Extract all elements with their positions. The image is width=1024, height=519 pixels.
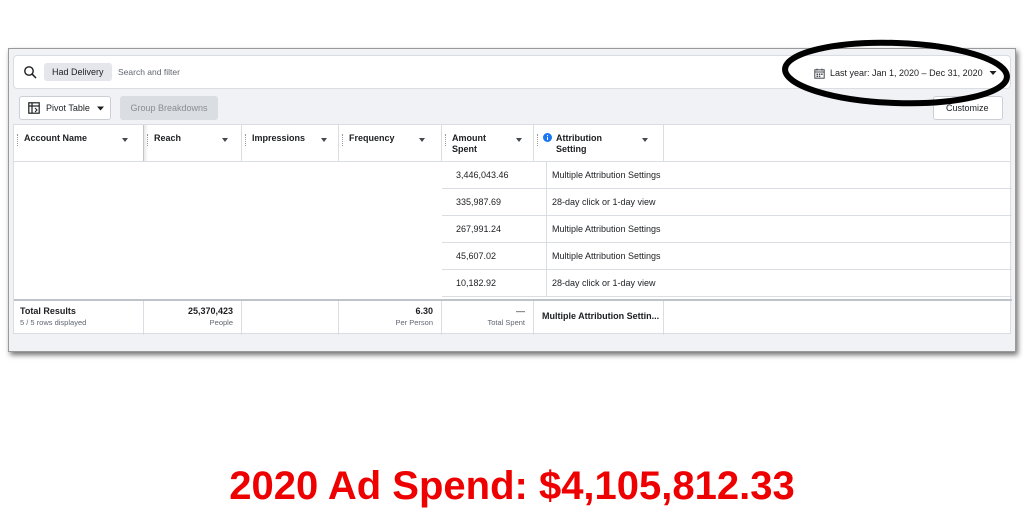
- sort-caret-icon[interactable]: [118, 133, 132, 147]
- sort-caret-icon[interactable]: [415, 133, 429, 147]
- amount-spent-cell: 267,991.24: [456, 224, 502, 234]
- ads-manager-panel: Had Delivery Last year: Jan 1, 2020 – De…: [8, 48, 1016, 352]
- column-header-label: Impressions: [252, 133, 306, 143]
- column-header-frequency[interactable]: Frequency: [339, 125, 442, 161]
- amount-spent-cell: 45,607.02: [456, 251, 497, 261]
- attribution-setting-cell: Multiple Attribution Settings: [546, 162, 670, 188]
- column-header-label: Account Name: [24, 133, 88, 143]
- total-amount-spent-unit: Total Spent: [487, 318, 525, 327]
- column-resize-handle[interactable]: [17, 134, 19, 146]
- date-range-picker[interactable]: Last year: Jan 1, 2020 – Dec 31, 2020: [814, 64, 998, 82]
- date-range-label: Last year: Jan 1, 2020 – Dec 31, 2020: [830, 68, 983, 78]
- table-toolbar: Pivot Table Group Breakdowns Customize: [13, 95, 1011, 121]
- table-row[interactable]: 45,607.02 Multiple Attribution Settings: [442, 243, 670, 270]
- calendar-icon: [814, 68, 825, 79]
- column-header-impressions[interactable]: Impressions: [242, 125, 339, 161]
- row-filler: [670, 270, 1012, 297]
- total-attribution-value: Multiple Attribution Settin...: [542, 311, 660, 321]
- ad-spend-caption: 2020 Ad Spend: $4,105,812.33: [229, 464, 795, 508]
- attribution-setting-cell: Multiple Attribution Settings: [546, 216, 670, 242]
- sort-caret-icon[interactable]: [638, 133, 652, 147]
- column-resize-handle[interactable]: [537, 134, 539, 146]
- totals-row: Total Results 5 / 5 rows displayed 25,37…: [14, 299, 1012, 335]
- column-header-reach[interactable]: Reach: [144, 125, 242, 161]
- totals-amount-spent-cell: — Total Spent: [442, 301, 534, 335]
- amount-spent-cell: 3,446,043.46: [456, 170, 509, 180]
- totals-label-cell: Total Results 5 / 5 rows displayed: [14, 301, 144, 335]
- table-row[interactable]: 335,987.69 28-day click or 1-day view: [442, 189, 670, 216]
- row-filler: [670, 162, 1012, 189]
- table-row[interactable]: 267,991.24 Multiple Attribution Settings: [442, 216, 670, 243]
- info-icon[interactable]: [543, 133, 552, 142]
- rows-displayed-count: 5 / 5 rows displayed: [20, 318, 87, 327]
- total-results-label: Total Results: [20, 306, 76, 316]
- totals-reach-cell: 25,370,423 People: [144, 301, 242, 335]
- caret-down-icon: [96, 106, 104, 110]
- column-header-account-name[interactable]: Account Name: [14, 125, 144, 161]
- pivot-table-icon: [28, 102, 40, 114]
- total-frequency-value: 6.30: [415, 306, 433, 316]
- search-filter-input[interactable]: [118, 63, 418, 81]
- amount-spent-cell: 335,987.69: [456, 197, 502, 207]
- attribution-setting-cell: Multiple Attribution Settings: [546, 243, 670, 269]
- totals-impressions-cell: [242, 301, 339, 335]
- totals-frequency-cell: 6.30 Per Person: [339, 301, 442, 335]
- attribution-setting-cell: 28-day click or 1-day view: [546, 189, 670, 215]
- row-filler: [670, 216, 1012, 243]
- column-resize-handle[interactable]: [342, 134, 344, 146]
- column-resize-handle[interactable]: [445, 134, 447, 146]
- caret-down-icon: [989, 71, 997, 75]
- customize-button[interactable]: Customize: [933, 96, 1003, 120]
- totals-attribution-cell: Multiple Attribution Settin...: [534, 301, 664, 335]
- group-breakdowns-button[interactable]: Group Breakdowns: [120, 96, 218, 120]
- row-filler: [670, 189, 1012, 216]
- column-header-label: Reach: [154, 133, 182, 143]
- report-table: Account Name Reach Impressions Frequency…: [13, 124, 1012, 335]
- table-row[interactable]: 10,182.92 28-day click or 1-day view: [442, 270, 670, 297]
- total-amount-spent-value: —: [516, 306, 525, 316]
- sort-caret-icon[interactable]: [218, 133, 232, 147]
- column-header-attribution-setting[interactable]: Attribution Setting: [534, 125, 664, 161]
- sort-caret-icon[interactable]: [317, 133, 331, 147]
- pivot-table-label: Pivot Table: [46, 103, 90, 113]
- column-header-amount-spent[interactable]: Amount Spent: [442, 125, 534, 161]
- total-reach-unit: People: [209, 318, 233, 327]
- table-row[interactable]: 3,446,043.46 Multiple Attribution Settin…: [442, 162, 670, 189]
- search-icon[interactable]: [23, 65, 37, 79]
- amount-spent-cell: 10,182.92: [456, 278, 497, 288]
- redacted-area: [14, 162, 442, 298]
- row-filler: [670, 243, 1012, 270]
- column-resize-handle[interactable]: [147, 134, 149, 146]
- sort-caret-icon[interactable]: [512, 133, 526, 147]
- column-resize-handle[interactable]: [245, 134, 247, 146]
- attribution-setting-cell: 28-day click or 1-day view: [546, 270, 670, 296]
- pivot-table-button[interactable]: Pivot Table: [19, 96, 111, 120]
- filter-bar: Had Delivery Last year: Jan 1, 2020 – De…: [13, 55, 1011, 89]
- total-frequency-unit: Per Person: [395, 318, 433, 327]
- column-header-label: Frequency: [349, 133, 395, 143]
- had-delivery-filter-chip[interactable]: Had Delivery: [44, 63, 112, 81]
- total-reach-value: 25,370,423: [187, 306, 233, 316]
